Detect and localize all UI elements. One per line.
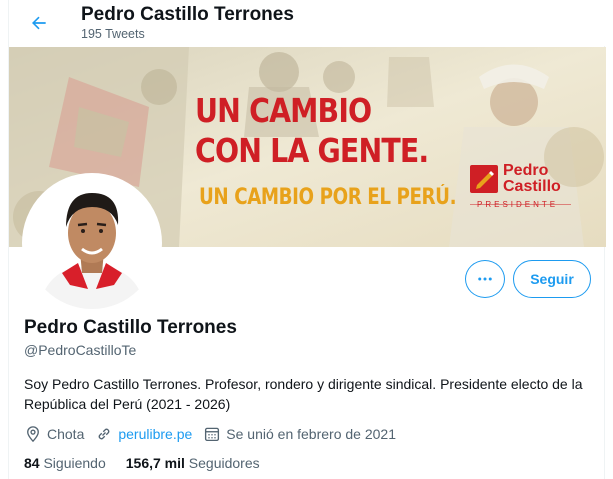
banner-headline: UN CAMBIO CON LA GENTE. <box>195 91 429 171</box>
joined-text: Se unió en febrero de 2021 <box>226 426 396 442</box>
follow-stats: 84 Siguiendo 156,7 mil Seguidores <box>24 455 280 471</box>
header-title: Pedro Castillo Terrones <box>81 4 294 25</box>
following-count: 84 <box>24 455 40 471</box>
back-button[interactable] <box>25 9 53 37</box>
banner-headline-line2: CON LA GENTE. <box>195 131 429 170</box>
followers-label: Seguidores <box>188 455 260 471</box>
calendar-icon <box>205 427 220 442</box>
profile-meta: Chota perulibre.pe Se unió en febrero de… <box>24 424 407 444</box>
profile-header-bar: Pedro Castillo Terrones 195 Tweets <box>9 0 606 46</box>
website-item[interactable]: perulibre.pe <box>95 425 192 443</box>
location-pin-icon <box>27 426 39 443</box>
banner-subline: UN CAMBIO POR EL PERÚ. <box>199 185 457 210</box>
avatar[interactable] <box>22 173 162 313</box>
followers-link[interactable]: 156,7 mil Seguidores <box>126 455 260 471</box>
joined-item: Se unió en febrero de 2021 <box>203 425 396 443</box>
banner-logo-role: PRESIDENTE <box>477 200 559 209</box>
banner-logo-name: Pedro Castillo <box>503 163 561 195</box>
arrow-left-icon <box>32 16 46 30</box>
more-horizontal-icon <box>478 277 492 281</box>
banner-logo-line2: Castillo <box>503 178 561 195</box>
website-link[interactable]: perulibre.pe <box>118 426 192 442</box>
follow-button[interactable]: Seguir <box>513 260 591 298</box>
avatar-image <box>26 177 158 309</box>
location-text: Chota <box>47 426 85 442</box>
pencil-logo-icon <box>470 165 498 193</box>
followers-count: 156,7 mil <box>125 455 185 471</box>
profile-handle: @PedroCastilloTe <box>24 342 137 358</box>
following-label: Siguiendo <box>43 455 106 471</box>
banner-logo-line1: Pedro <box>503 162 549 179</box>
following-link[interactable]: 84 Siguiendo <box>24 455 106 471</box>
location-item: Chota <box>24 425 84 443</box>
link-icon <box>98 428 110 440</box>
profile-page: Pedro Castillo Terrones 195 Tweets UN CA… <box>8 0 606 479</box>
tweet-count: 195 Tweets <box>81 27 145 41</box>
profile-display-name: Pedro Castillo Terrones <box>24 317 237 338</box>
banner-headline-line1: UN CAMBIO <box>195 91 372 130</box>
more-options-button[interactable] <box>465 260 505 298</box>
profile-bio: Soy Pedro Castillo Terrones. Profesor, r… <box>24 376 583 412</box>
